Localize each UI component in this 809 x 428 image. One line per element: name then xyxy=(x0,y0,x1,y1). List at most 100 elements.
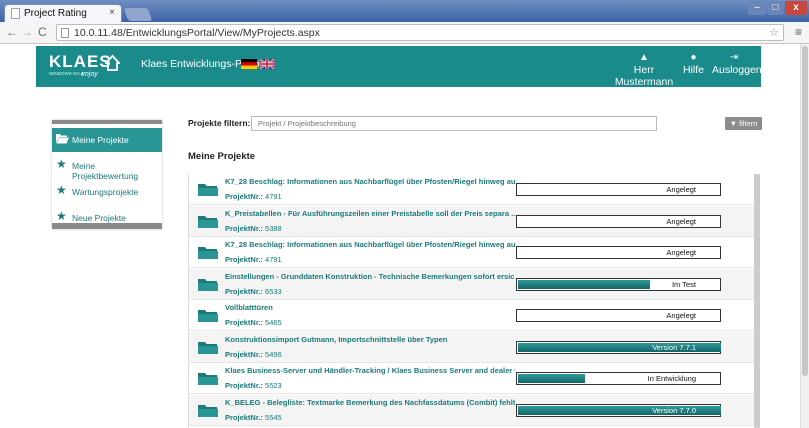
logout-label: Ausloggen xyxy=(712,64,762,76)
status-label: Angelegt xyxy=(666,311,696,320)
status-progress-bar: Angelegt xyxy=(516,246,721,259)
uk-flag-icon[interactable] xyxy=(259,59,275,69)
project-row[interactable]: Klaes Business-Server und Händler-Tracki… xyxy=(189,363,754,394)
sidebar-item-wartungsprojekte[interactable]: ★ Wartungsprojekte xyxy=(52,180,162,204)
folder-icon xyxy=(198,278,218,291)
url-text: 10.0.11.48/EntwicklungsPortal/View/MyPro… xyxy=(74,27,320,39)
project-number-value: 6533 xyxy=(265,286,282,296)
sidebar-item-neue-projekte[interactable]: ★ Neue Projekte xyxy=(52,206,162,230)
address-bar: ← → C 10.0.11.48/EntwicklungsPortal/View… xyxy=(0,22,809,44)
project-title-link[interactable]: Einstellungen - Grunddaten Konstruktion … xyxy=(225,272,515,281)
project-number-value: 5496 xyxy=(265,349,282,359)
status-label: Version 7.7.1 xyxy=(652,342,696,352)
sidebar-item-label: Neue Projekte xyxy=(72,213,126,223)
project-number: ProjektNr.: 5545 xyxy=(225,413,282,422)
project-number-value: 5465 xyxy=(265,318,282,327)
project-number-value: 4791 xyxy=(265,255,282,264)
project-row[interactable]: K7_28 Beschlag: Informationen aus Nachba… xyxy=(189,237,754,268)
help-label: Hilfe xyxy=(682,64,704,76)
maximize-icon[interactable]: □ xyxy=(767,1,784,15)
project-row[interactable]: Einstellungen - Grunddaten Konstruktion … xyxy=(189,268,754,300)
project-number-value: 4791 xyxy=(265,192,282,201)
page-icon xyxy=(61,28,69,38)
filter-label: Projekte filtern: xyxy=(188,118,251,128)
filter-button[interactable]: ▼ filtern xyxy=(725,117,762,130)
folder-icon xyxy=(198,247,218,259)
sidebar-item-label: Meine Projekte xyxy=(72,135,129,145)
star-icon: ★ xyxy=(56,209,67,223)
reload-icon[interactable]: C xyxy=(38,25,47,39)
project-row[interactable]: Vollblatttüren ProjektNr.: 5465 Angelegt xyxy=(189,300,754,331)
filter-input[interactable] xyxy=(251,116,657,131)
user-icon: ▲ xyxy=(639,52,649,63)
project-row[interactable]: K_Preistabellen - Für Ausführungszeilen … xyxy=(189,205,754,237)
project-number: ProjektNr.: 5523 xyxy=(225,381,282,390)
status-progress-bar: Version 7.7.0 xyxy=(516,403,721,417)
project-number-label: ProjektNr.: xyxy=(225,349,263,359)
project-number: ProjektNr.: 4791 xyxy=(225,192,282,201)
url-input[interactable]: 10.0.11.48/EntwicklungsPortal/View/MyPro… xyxy=(56,24,784,41)
klaes-logo[interactable]: KLAES xyxy=(49,52,112,72)
project-number-value: 5545 xyxy=(265,412,282,422)
folder-icon xyxy=(198,373,218,385)
new-tab-button[interactable] xyxy=(123,8,153,21)
logo-tagline: enjoy xyxy=(81,71,98,78)
project-number: ProjektNr.: 4791 xyxy=(225,255,282,264)
status-progress-bar: Angelegt xyxy=(516,183,721,196)
logo-subtitle: WINDOWS NO.1 xyxy=(49,71,84,76)
project-title-link[interactable]: Konstruktionsimport Gutmann, Importschni… xyxy=(225,335,447,344)
bookmark-star-icon[interactable]: ☆ xyxy=(769,26,779,39)
folder-open-icon xyxy=(56,134,69,144)
folder-icon xyxy=(198,404,218,417)
status-progress-bar: Angelegt xyxy=(516,214,721,228)
project-title-link[interactable]: K_BELEG - Belegliste: Textmarke Bemerkun… xyxy=(225,398,515,407)
project-title-link[interactable]: Vollblatttüren xyxy=(225,303,273,312)
project-number-label: ProjektNr.: xyxy=(225,192,263,201)
browser-tab[interactable]: Project Rating × xyxy=(4,4,122,22)
list-title: Meine Projekte xyxy=(188,151,256,162)
forward-icon[interactable]: → xyxy=(21,25,33,39)
browser-menu-icon[interactable]: ≡ xyxy=(795,25,802,39)
back-icon[interactable]: ← xyxy=(6,25,18,39)
sidebar-item-meine-projekte[interactable]: Meine Projekte xyxy=(52,128,162,152)
status-label: In Entwicklung xyxy=(647,374,696,383)
sidebar-item-label: Meine Projektbewertung xyxy=(72,161,139,181)
sidebar-item-meine-projektbewertung[interactable]: ★ Meine Projektbewertung xyxy=(52,154,162,181)
status-progress-bar: Angelegt xyxy=(516,309,721,322)
status-label: Version 7.7.0 xyxy=(652,405,696,415)
scrollbar-thumb[interactable] xyxy=(802,46,808,376)
project-number-label: ProjektNr.: xyxy=(225,286,263,296)
tab-title: Project Rating xyxy=(24,8,87,19)
german-flag-icon[interactable] xyxy=(241,59,257,69)
filter-button-label: filtern xyxy=(739,119,758,128)
status-label: Angelegt xyxy=(666,248,696,257)
close-window-icon[interactable]: x xyxy=(785,1,807,15)
help-button[interactable]: ● Hilfe xyxy=(681,52,706,76)
folder-icon xyxy=(198,184,218,196)
page: KLAES WINDOWS NO.1 enjoy Klaes Entwicklu… xyxy=(0,44,800,428)
tab-close-icon[interactable]: × xyxy=(109,7,115,18)
project-row[interactable]: K_BELEG - Belegliste: Textmarke Bemerkun… xyxy=(189,394,754,426)
user-button[interactable]: ▲ Herr Mustermann xyxy=(610,52,678,88)
project-number-value: 5388 xyxy=(265,223,282,233)
status-label: Angelegt xyxy=(666,216,696,226)
project-row[interactable]: K7_28 Beschlag: Informationen aus Nachba… xyxy=(189,174,754,205)
project-title-link[interactable]: K7_28 Beschlag: Informationen aus Nachba… xyxy=(225,177,515,186)
project-title-link[interactable]: K7_28 Beschlag: Informationen aus Nachba… xyxy=(225,240,515,249)
folder-icon xyxy=(198,310,218,322)
filter-icon: ▼ xyxy=(729,119,737,128)
page-scrollbar[interactable] xyxy=(800,44,809,428)
project-title-link[interactable]: K_Preistabellen - Für Ausführungszeilen … xyxy=(225,209,515,218)
logout-button[interactable]: ⇥ Ausloggen xyxy=(712,52,762,76)
project-row[interactable]: Konstruktionsimport Gutmann, Importschni… xyxy=(189,331,754,363)
logout-icon: ⇥ xyxy=(729,52,739,63)
project-title-link[interactable]: Klaes Business-Server und Händler-Tracki… xyxy=(225,366,515,375)
status-progress-bar: Version 7.7.1 xyxy=(516,340,721,354)
project-list: K7_28 Beschlag: Informationen aus Nachba… xyxy=(188,174,760,428)
project-number-label: ProjektNr.: xyxy=(225,255,263,264)
project-number: ProjektNr.: 5465 xyxy=(225,318,282,327)
minimize-icon[interactable]: – xyxy=(748,1,766,15)
folder-icon xyxy=(198,215,218,228)
project-number-label: ProjektNr.: xyxy=(225,318,263,327)
project-number: ProjektNr.: 5496 xyxy=(225,350,282,359)
